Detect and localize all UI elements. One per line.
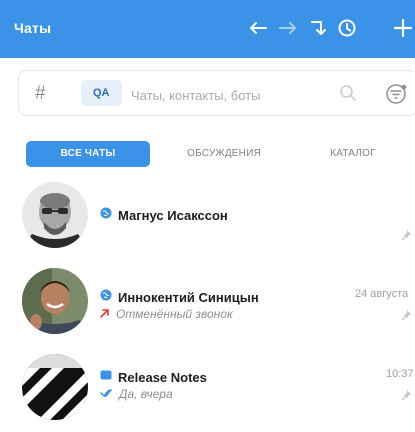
chat-time: 10:37 <box>386 368 414 380</box>
filter-icon[interactable] <box>385 82 409 111</box>
jump-icon[interactable] <box>304 14 332 42</box>
chat-item[interactable]: Release Notes 10:37 Да, вчера <box>0 354 415 432</box>
arrow-right-icon[interactable] <box>274 14 302 42</box>
read-checkmarks-icon <box>100 387 113 401</box>
pin-icon <box>400 388 412 406</box>
missed-call-icon <box>100 307 110 321</box>
avatar <box>22 354 88 420</box>
globe-icon <box>100 288 112 306</box>
chat-name: Магнус Исакссон <box>118 207 228 223</box>
plus-icon[interactable] <box>389 14 415 42</box>
history-icon[interactable] <box>333 14 361 42</box>
arrow-left-icon[interactable] <box>244 14 272 42</box>
pin-icon <box>400 228 412 246</box>
search-icon[interactable] <box>339 84 357 107</box>
search-input[interactable] <box>129 83 333 107</box>
chat-tabs: Все чаты Обсуждения Каталог <box>0 136 415 170</box>
chat-name: Release Notes <box>118 369 207 385</box>
chat-name: Иннокентий Синицын <box>118 289 259 305</box>
chat-item[interactable]: Иннокентий Синицын 24 августа Отменённый… <box>0 268 415 346</box>
header-bar: Чаты <box>0 0 415 58</box>
page-title: Чаты <box>14 20 52 36</box>
hash-icon[interactable]: # <box>35 83 46 105</box>
avatar <box>22 268 88 334</box>
search-bar: # QA <box>18 70 415 116</box>
chat-subtitle: Да, вчера <box>119 387 173 401</box>
qa-tag[interactable]: QA <box>81 80 122 106</box>
tab-all-chats[interactable]: Все чаты <box>26 141 150 167</box>
pin-icon <box>400 308 412 326</box>
chat-subtitle: Отменённый звонок <box>116 307 233 321</box>
globe-icon <box>100 206 112 224</box>
chat-item[interactable]: Магнус Исакссон <box>0 182 415 260</box>
chat-time: 24 августа <box>355 288 409 300</box>
channel-icon <box>100 368 112 386</box>
tab-catalog[interactable]: Каталог <box>318 141 388 167</box>
tab-discussions[interactable]: Обсуждения <box>176 141 272 167</box>
avatar <box>22 182 88 248</box>
